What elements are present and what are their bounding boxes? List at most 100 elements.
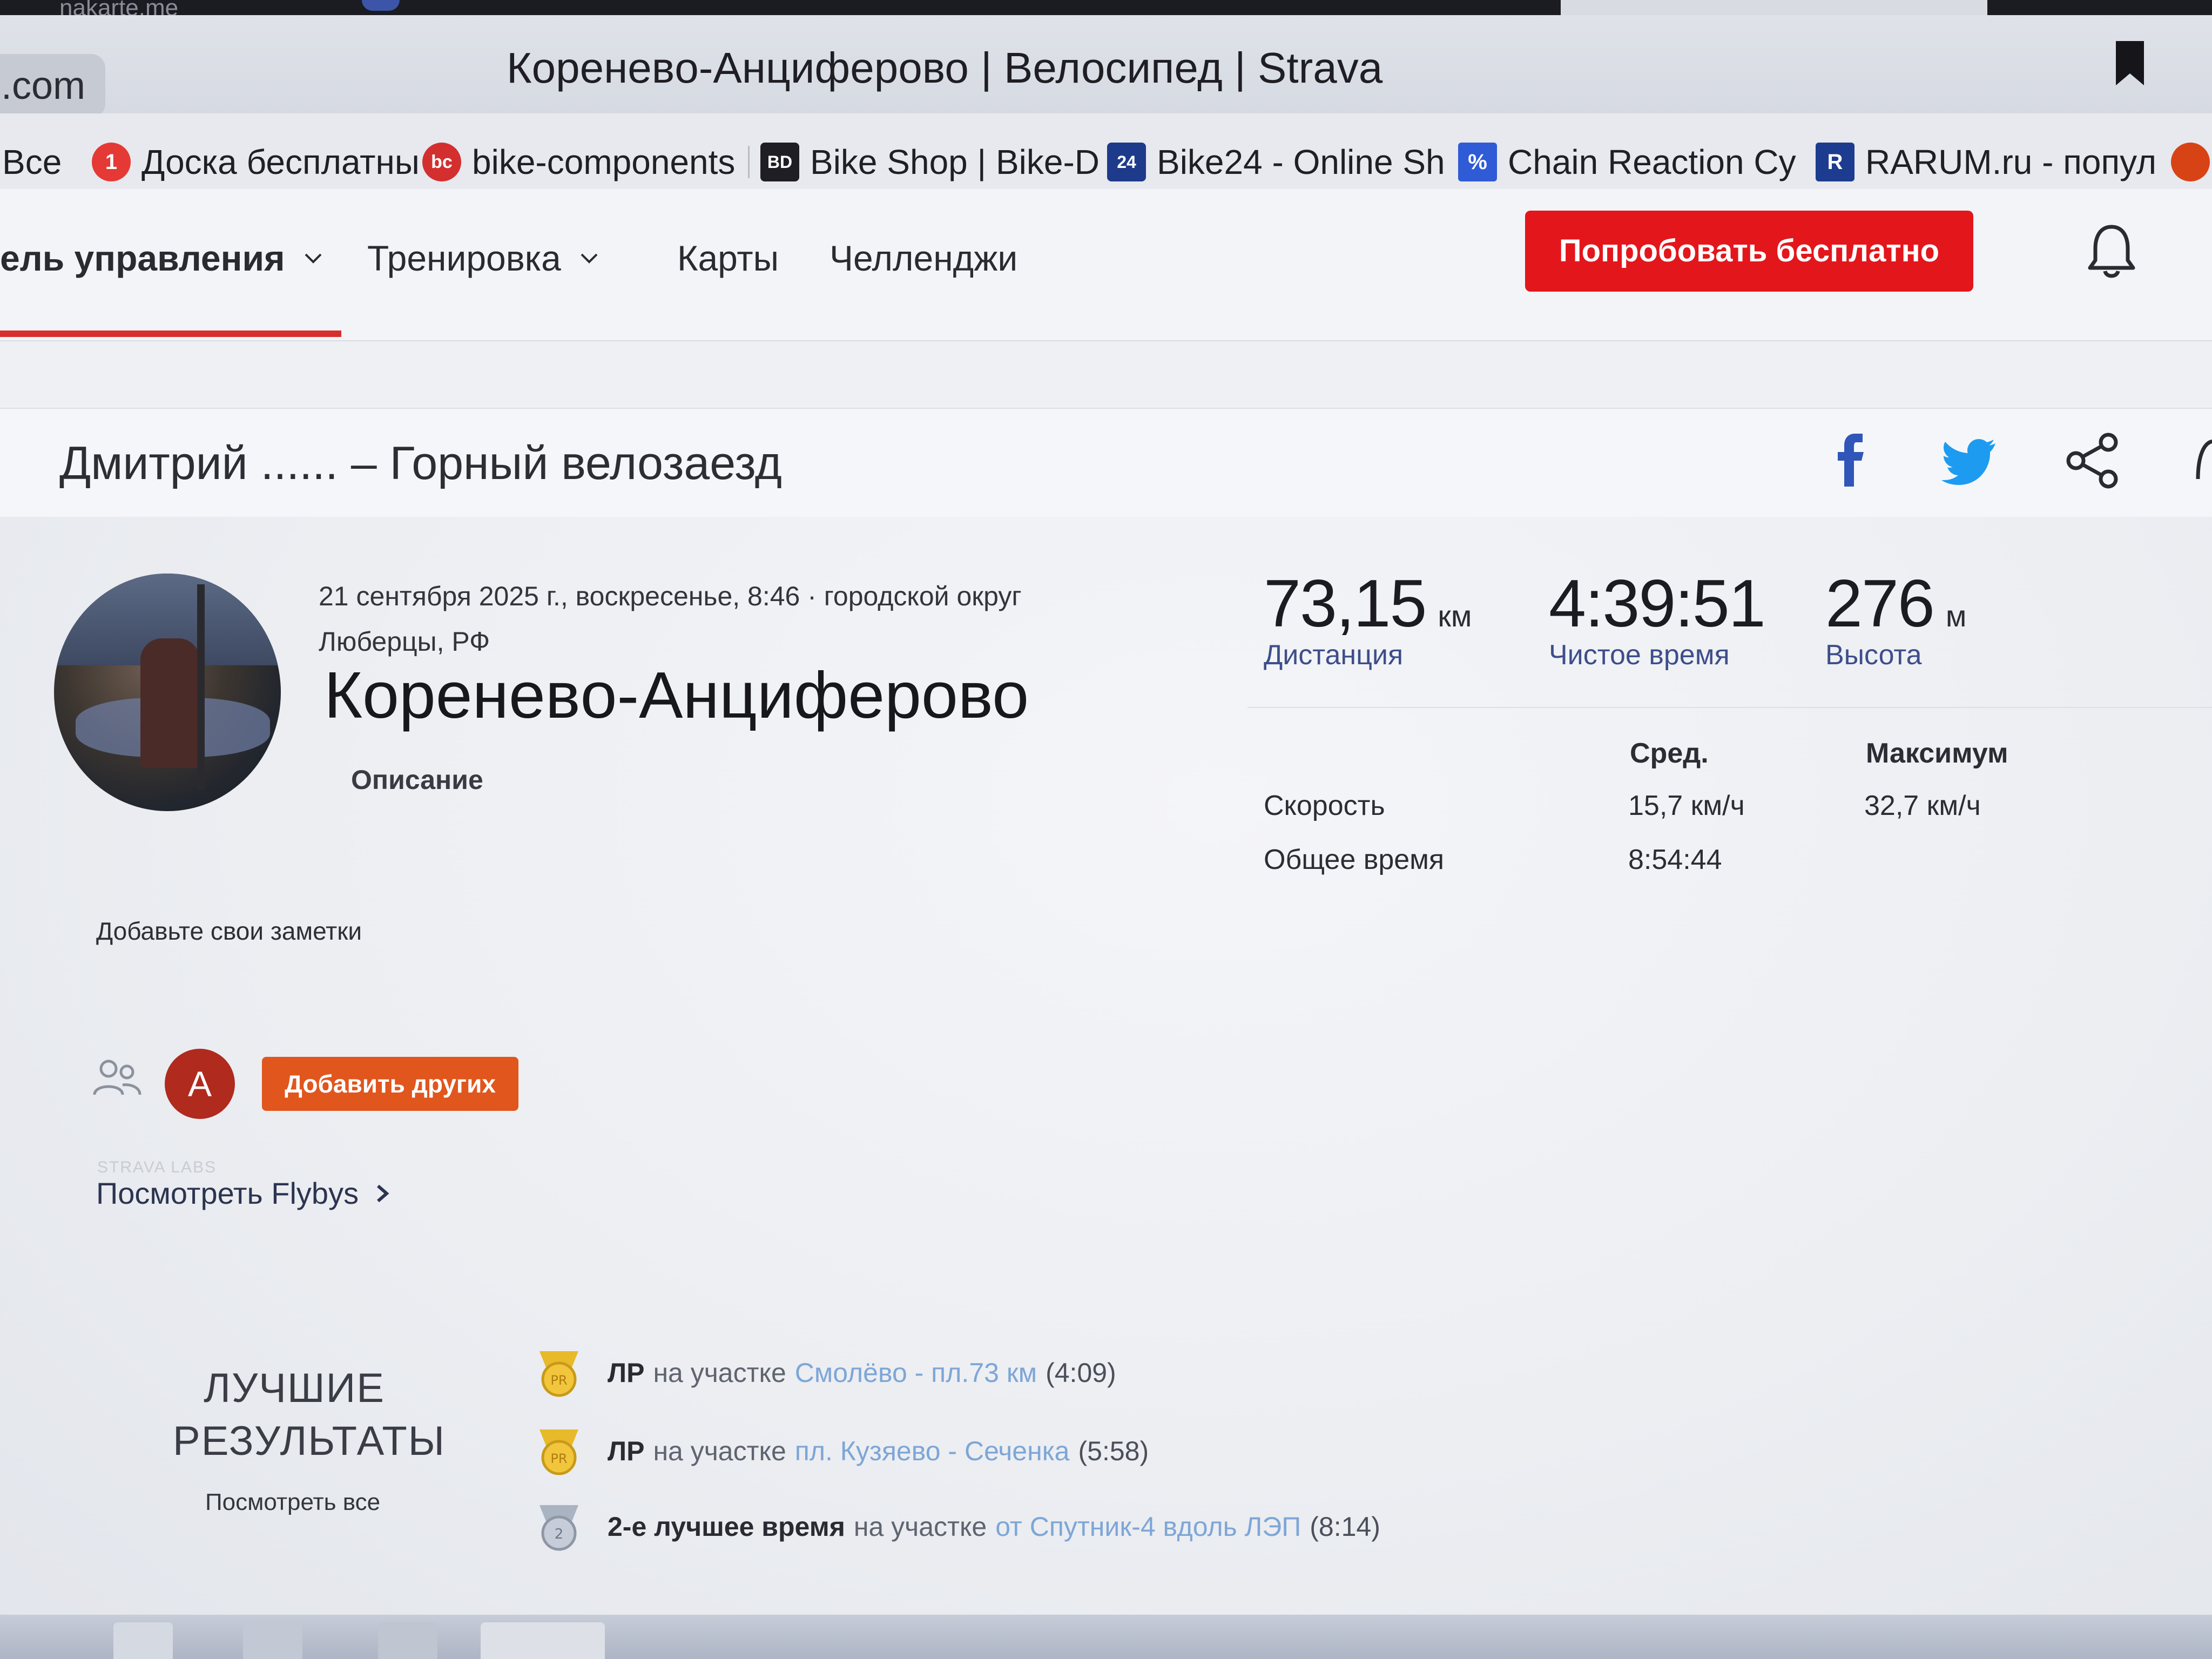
nav-training-label: Тренировка — [367, 238, 561, 278]
bookmark-bike-components[interactable]: bc bike-components — [422, 135, 750, 189]
nav-active-underline — [0, 331, 341, 337]
gold-medal-icon: PR — [539, 1351, 578, 1397]
stat-distance-unit: км — [1438, 599, 1472, 633]
add-others-button[interactable]: Добавить других — [262, 1057, 518, 1111]
achievement-item: PR ЛР на участке пл. Кузяево - Сеченка (… — [532, 1421, 1149, 1481]
overflow-bookmark-icon — [2171, 143, 2210, 181]
nav-maps[interactable]: Карты — [677, 238, 779, 279]
chevron-down-icon — [305, 253, 321, 264]
col-avg-header: Сред. — [1630, 738, 1709, 769]
taskbar-mail-icon[interactable] — [243, 1622, 302, 1659]
taskbar-active-app-icon[interactable] — [481, 1622, 605, 1659]
bookmark-label: Все — [2, 143, 62, 181]
stat-elevation-unit: м — [1945, 599, 1967, 633]
stat-elevation: 276 м Высота — [1825, 565, 1966, 671]
view-all-link[interactable]: Посмотреть все — [205, 1489, 380, 1516]
activity-header: Дмитрий ...... – Горный велозаезд — [0, 408, 2212, 518]
achievement-rank: ЛР — [608, 1358, 645, 1388]
bookmarks-bar: Все 1 Доска бесплатны bc bike-components… — [0, 113, 2212, 190]
twitter-icon[interactable] — [1941, 430, 2001, 490]
segment-link[interactable]: пл. Кузяево - Сеченка — [795, 1435, 1070, 1467]
svg-text:2: 2 — [555, 1526, 564, 1542]
os-tab-strip: nakarte.me — [0, 0, 2212, 21]
bookmark-rarum[interactable]: R RARUM.ru - попул — [1816, 135, 2156, 189]
strava-labs-tag: STRAVA LABS — [97, 1158, 217, 1176]
row-elapsed-avg: 8:54:44 — [1628, 844, 1722, 875]
strava-nav: ель управления Тренировка Карты Челлендж… — [0, 189, 2212, 341]
row-speed-max: 32,7 км/ч — [1864, 790, 1981, 821]
bookmark-separator — [748, 146, 750, 178]
achievement-prefix: на участке — [653, 1358, 786, 1388]
facebook-icon[interactable] — [1823, 430, 1882, 490]
bookmark-icon[interactable] — [2113, 39, 2147, 87]
athlete-avatar[interactable]: А — [165, 1049, 235, 1119]
bookmark-doska[interactable]: 1 Доска бесплатны — [92, 135, 420, 189]
nav-maps-label: Карты — [677, 238, 779, 278]
bike24-icon: 24 — [1107, 143, 1146, 181]
taskbar-app-icon[interactable] — [378, 1622, 437, 1659]
stat-elevation-label: Высота — [1825, 639, 1922, 671]
segment-link[interactable]: Смолёво - пл.73 км — [795, 1357, 1037, 1388]
bookmark-label: Bike24 - Online Sh — [1157, 143, 1445, 181]
stat-moving-time-label: Чистое время — [1549, 639, 1730, 671]
add-notes-link[interactable]: Добавьте свои заметки — [96, 916, 362, 946]
best-results-title: ЛУЧШИЕ РЕЗУЛЬТАТЫ — [173, 1362, 446, 1468]
activity-date: 21 сентября 2025 г., воскресенье, 8:46 ·… — [319, 581, 1022, 611]
achievement-prefix: на участке — [853, 1512, 987, 1542]
achievement-time: (4:09) — [1046, 1358, 1116, 1388]
bookmark-bike-discount[interactable]: BD Bike Shop | Bike-D — [760, 135, 1100, 189]
best-results-title-line2: РЕЗУЛЬТАТЫ — [173, 1418, 446, 1464]
flybys-link[interactable]: Посмотреть Flybys — [96, 1176, 391, 1211]
achievement-item: PR ЛР на участке Смолёво - пл.73 км (4:0… — [532, 1343, 1116, 1402]
stat-elevation-value: 276 — [1825, 567, 1935, 641]
os-tab-strip-gap — [1561, 0, 1987, 15]
taskbar-yandex-icon[interactable] — [113, 1622, 173, 1659]
bookmark-label: Доска бесплатны — [141, 143, 420, 181]
bookmark-overflow[interactable] — [2171, 135, 2212, 189]
stat-distance-label: Дистанция — [1264, 639, 1404, 671]
nav-training[interactable]: Тренировка — [367, 238, 599, 279]
rarum-icon: R — [1816, 143, 1854, 181]
chain-reaction-icon: % — [1458, 143, 1497, 181]
row-elapsed-label: Общее время — [1264, 844, 1445, 875]
achievement-rank: 2-е лучшее время — [608, 1512, 845, 1542]
stat-moving-time-value: 4:39:51 — [1549, 567, 1766, 641]
nav-challenges-label: Челленджи — [830, 238, 1018, 278]
bookmark-chain-reaction[interactable]: % Chain Reaction Cy — [1458, 135, 1796, 189]
nav-dashboard[interactable]: ель управления — [0, 238, 323, 279]
bookmark-label: Bike Shop | Bike-D — [810, 143, 1100, 181]
gold-medal-icon: PR — [539, 1429, 578, 1475]
more-icon[interactable] — [2182, 430, 2212, 490]
bookmark-bike24[interactable]: 24 Bike24 - Online Sh — [1107, 135, 1445, 189]
activity-heading: Дмитрий ...... – Горный велозаезд — [59, 437, 782, 489]
description-label[interactable]: Описание — [351, 764, 483, 795]
os-tab-favicon — [362, 0, 400, 11]
segment-link[interactable]: от Спутник-4 вдоль ЛЭП — [995, 1511, 1301, 1542]
flybys-link-label: Посмотреть Flybys — [96, 1176, 359, 1210]
bookmark-all[interactable]: Все — [2, 135, 62, 189]
activity-date-location: 21 сентября 2025 г., воскресенье, 8:46 ·… — [319, 574, 1022, 664]
bookmark-label: bike-components — [472, 143, 736, 181]
group-icon — [93, 1060, 141, 1095]
stat-distance: 73,15 км Дистанция — [1264, 565, 1472, 671]
bike-discount-icon: BD — [760, 143, 799, 181]
svg-text:PR: PR — [550, 1451, 567, 1466]
activity-photo[interactable] — [54, 574, 281, 811]
activity-name: Кореневo-Анциферово — [324, 658, 1029, 732]
activity-body: 21 сентября 2025 г., воскресенье, 8:46 ·… — [0, 517, 2212, 1659]
achievement-time: (5:58) — [1078, 1436, 1149, 1466]
achievement-prefix: на участке — [653, 1436, 786, 1466]
badge-icon: 1 — [92, 143, 131, 181]
silver-medal-icon: 2 — [539, 1505, 578, 1551]
share-icon[interactable] — [2063, 430, 2122, 490]
address-bar[interactable]: .com — [0, 54, 105, 118]
chevron-down-icon — [581, 253, 598, 264]
try-free-button[interactable]: Попробовать бесплатно — [1525, 211, 1973, 292]
row-speed-label: Скорость — [1264, 790, 1385, 821]
best-results-title-line1: ЛУЧШИЕ — [204, 1365, 385, 1411]
stat-distance-value: 73,15 — [1264, 567, 1427, 641]
nav-challenges[interactable]: Челленджи — [830, 238, 1017, 279]
bell-icon[interactable] — [2085, 221, 2139, 281]
chevron-right-icon — [377, 1184, 389, 1202]
bookmark-label: RARUM.ru - попул — [1865, 143, 2157, 181]
